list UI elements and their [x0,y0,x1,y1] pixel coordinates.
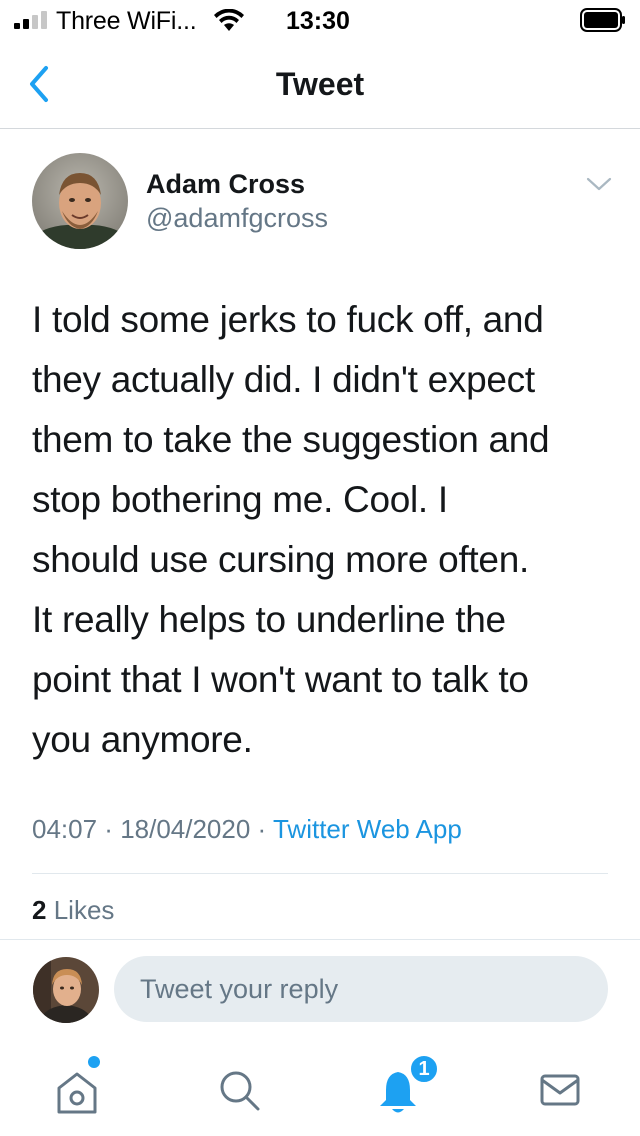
tweet-source-link[interactable]: Twitter Web App [273,814,462,844]
author-avatar[interactable] [32,153,128,249]
tweet-text-line: It really helps to underline the [32,599,506,640]
tweet-text-line: you anymore. [32,719,253,760]
search-icon [220,1071,260,1111]
meta-separator: · [250,814,273,844]
tweet-text-line: I told some jerks to fuck off, and [32,299,544,340]
wifi-icon [214,9,244,31]
divider [0,939,640,940]
reply-placeholder: Tweet your reply [140,974,339,1004]
tab-messages[interactable] [530,1060,590,1120]
tab-home[interactable] [47,1060,107,1120]
reply-input[interactable]: Tweet your reply [114,956,608,1022]
tweet-text-line: should use cursing more often. [32,539,529,580]
tweet-text-line: stop bothering me. Cool. I [32,479,448,520]
tab-search[interactable] [208,1060,268,1120]
likes-number: 2 [32,895,47,925]
signal-icon [14,11,47,29]
tweet-text-line: them to take the suggestion and [32,419,550,460]
tweet-text-line: point that I won't want to talk to [32,659,529,700]
status-bar: Three WiFi... 13:30 [0,0,640,40]
status-time: 13:30 [286,7,350,35]
divider [32,873,608,874]
home-notification-dot [88,1056,100,1068]
chevron-down-icon[interactable] [584,174,614,194]
author-name[interactable]: Adam Cross [146,169,305,200]
tab-bar: 1 [0,1040,640,1136]
tweet-text-line: they actually did. I didn't expect [32,359,535,400]
page-title: Tweet [275,66,365,102]
tweet-text: I told some jerks to fuck off, and they … [32,290,612,770]
tweet-date: 18/04/2020 [120,814,251,844]
tweet-meta: 04:07 · 18/04/2020 · Twitter Web App [32,814,462,845]
meta-separator: · [97,814,121,844]
user-avatar[interactable] [33,957,99,1023]
carrier-name: Three WiFi... [56,7,197,35]
author-handle: @adamfgcross [146,203,328,233]
tweet-time: 04:07 [32,814,98,844]
messages-icon [540,1074,580,1106]
notification-badge: 1 [408,1053,440,1085]
likes-count[interactable]: 2 Likes [32,895,114,926]
nav-header: Tweet [0,40,640,129]
home-icon [57,1072,97,1114]
likes-label: Likes [53,895,115,925]
battery-icon [580,8,625,32]
